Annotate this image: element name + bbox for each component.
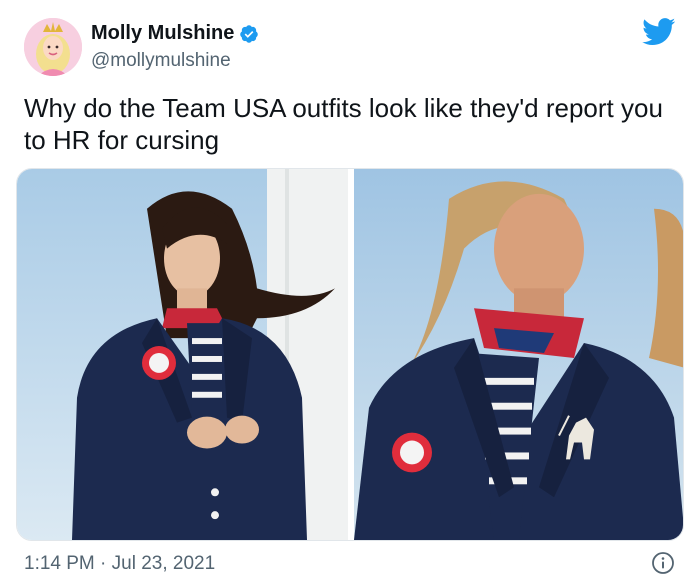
tweet-date[interactable]: Jul 23, 2021 (112, 553, 216, 574)
display-name[interactable]: Molly Mulshine (91, 22, 234, 45)
avatar-illustration (24, 18, 82, 76)
timestamp-separator: · (100, 553, 107, 574)
photo-athlete-right[interactable] (354, 169, 684, 540)
tweet-card: Molly Mulshine @mollymulshine Why do the… (0, 0, 700, 587)
tweet-text: Why do the Team USA outfits look like th… (24, 93, 663, 155)
tweet-timestamp[interactable]: 1:14 PM · Jul 23, 2021 (24, 553, 215, 575)
verified-badge-icon (240, 24, 259, 43)
avatar[interactable] (24, 18, 82, 76)
author-name-row[interactable]: Molly Mulshine (91, 22, 259, 45)
info-icon[interactable] (651, 551, 675, 575)
tweet-media[interactable] (16, 168, 684, 541)
tweet-time[interactable]: 1:14 PM (24, 553, 95, 574)
photo-athlete-left[interactable] (17, 169, 348, 540)
author-handle[interactable]: @mollymulshine (91, 50, 231, 72)
twitter-bird-icon[interactable] (642, 18, 676, 46)
